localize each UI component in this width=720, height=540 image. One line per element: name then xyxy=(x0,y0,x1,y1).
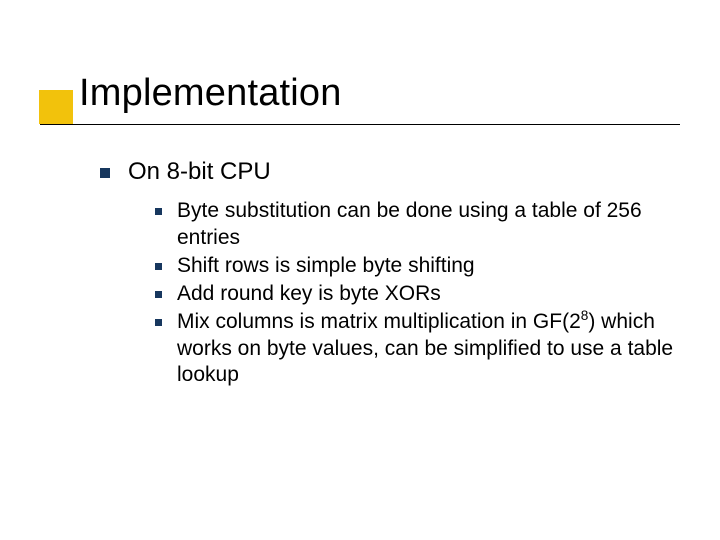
square-bullet-icon xyxy=(155,319,162,326)
square-bullet-icon xyxy=(100,168,110,178)
mix-text-prefix: Mix columns is matrix multiplication in … xyxy=(177,310,581,333)
bullet-level2-text: Byte substitution can be done using a ta… xyxy=(177,198,690,251)
bullet-level2: Shift rows is simple byte shifting xyxy=(155,253,690,279)
bullet-level2: Byte substitution can be done using a ta… xyxy=(155,198,690,251)
bullet-level2-text: Add round key is byte XORs xyxy=(177,281,690,307)
title-underline xyxy=(40,124,680,126)
bullet-level2-text: Shift rows is simple byte shifting xyxy=(177,253,690,279)
accent-square xyxy=(39,90,73,124)
body-content: On 8-bit CPU Byte substitution can be do… xyxy=(100,157,690,390)
bullet-level2: Mix columns is matrix multiplication in … xyxy=(155,309,690,388)
slide-title: Implementation xyxy=(79,72,342,115)
bullet-level2-text: Mix columns is matrix multiplication in … xyxy=(177,309,690,388)
bullet-level1: On 8-bit CPU xyxy=(100,157,690,186)
square-bullet-icon xyxy=(155,208,162,215)
bullet-level1-text: On 8-bit CPU xyxy=(128,157,271,186)
bullet-level2: Add round key is byte XORs xyxy=(155,281,690,307)
bullet-level2-group: Byte substitution can be done using a ta… xyxy=(155,198,690,388)
square-bullet-icon xyxy=(155,263,162,270)
slide: Implementation On 8-bit CPU Byte substit… xyxy=(0,0,720,540)
square-bullet-icon xyxy=(155,291,162,298)
